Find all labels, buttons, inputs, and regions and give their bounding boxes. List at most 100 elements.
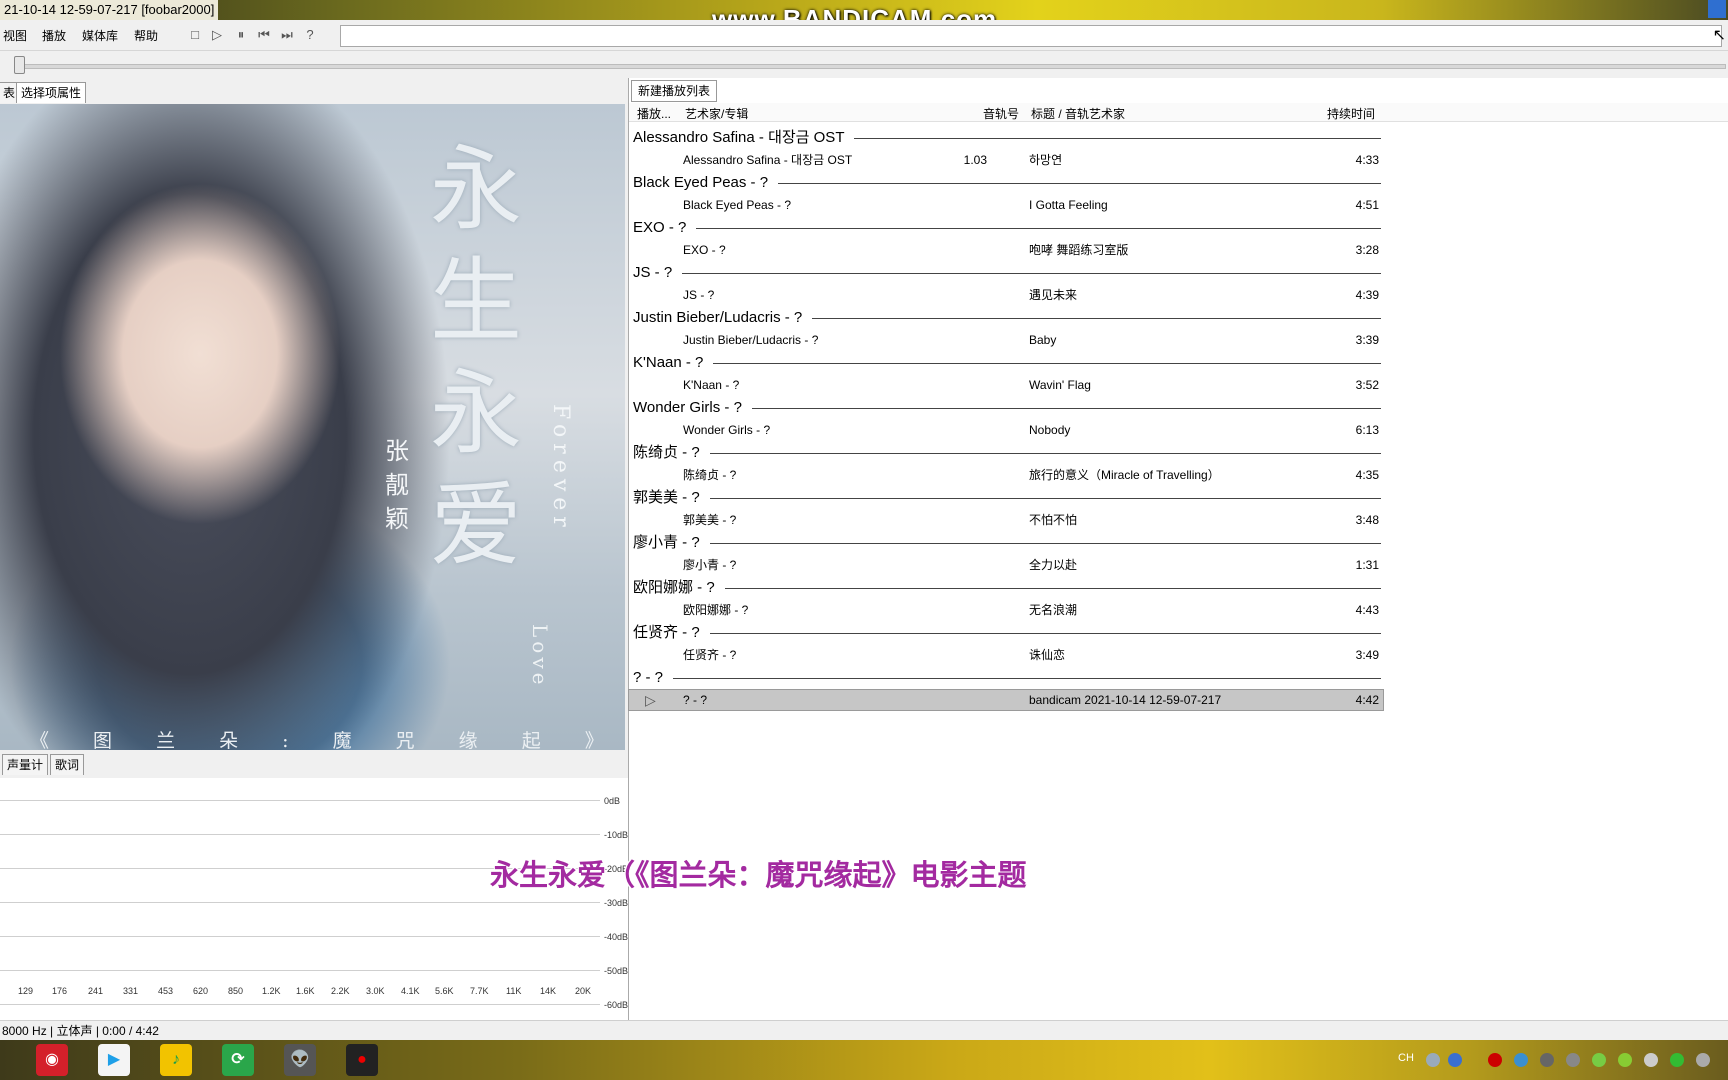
input-language[interactable]: CH <box>1398 1052 1414 1064</box>
track-title: 诛仙恋 <box>1029 648 1066 662</box>
col-title-artist[interactable]: 标题 / 音轨艺术家 <box>1031 105 1125 122</box>
group-header[interactable]: Alessandro Safina - 대장금 OST <box>633 128 844 148</box>
qq-tray-icon[interactable] <box>1592 1053 1606 1067</box>
menu-library[interactable]: 媒体库 <box>82 27 118 44</box>
track-duration: 4:33 <box>1355 153 1379 167</box>
db-label: 0dB <box>604 796 621 806</box>
track-artist-album: Black Eyed Peas - ? <box>683 198 792 212</box>
col-playing[interactable]: 播放... <box>637 105 671 122</box>
track-duration: 1:31 <box>1355 558 1379 572</box>
keyboard-icon[interactable] <box>1426 1053 1440 1067</box>
record-icon[interactable]: ● <box>346 1044 378 1076</box>
track-number: 1.03 <box>963 153 987 167</box>
play-icon[interactable]: ▷ <box>208 26 226 44</box>
group-header[interactable]: 郭美美 - ? <box>633 488 700 508</box>
col-artist-album[interactable]: 艺术家/专辑 <box>685 105 748 122</box>
track-title: Wavin' Flag <box>1029 378 1091 392</box>
update-icon[interactable] <box>1618 1053 1632 1067</box>
seek-track[interactable] <box>14 64 1726 69</box>
group-header[interactable]: 陈绮贞 - ? <box>633 443 700 463</box>
track-duration: 4:35 <box>1355 468 1379 482</box>
hz-label: 7.7K <box>470 986 489 996</box>
now-playing-icon: ▷ <box>645 692 656 708</box>
track-title: bandicam 2021-10-14 12-59-07-217 <box>1029 693 1222 707</box>
seek-thumb[interactable] <box>14 56 25 74</box>
group-header[interactable]: Wonder Girls - ? <box>633 398 742 418</box>
volume-icon[interactable] <box>1644 1053 1658 1067</box>
tab-lyrics[interactable]: 歌词 <box>50 754 85 775</box>
group-header[interactable]: JS - ? <box>633 263 672 283</box>
group-header[interactable]: 欧阳娜娜 - ? <box>633 578 715 598</box>
corner-icon <box>1708 0 1726 18</box>
menu-view[interactable]: 视图 <box>3 27 27 44</box>
tab-new-playlist[interactable]: 新建播放列表 <box>631 80 718 102</box>
tab-properties[interactable]: 选择项属性 <box>16 82 87 103</box>
netease-music-icon[interactable]: ◉ <box>36 1044 68 1076</box>
foobar-window: 视图 播放 媒体库 帮助 □ ▷ ⏸ ⏮ ⏭ ? ↖ 表 选择项属性 永生永爱 … <box>0 20 1728 1032</box>
album-art: 永生永爱 Forever 张靓颖 Love 《 图 兰 朵 : 魔 咒 缘 起 … <box>0 104 625 750</box>
pause-icon[interactable]: ⏸ <box>232 26 250 44</box>
previous-icon[interactable]: ⏮ <box>255 26 273 44</box>
track-title: 全力以赴 <box>1029 558 1078 572</box>
group-header[interactable]: ? - ? <box>633 668 663 688</box>
group-header[interactable]: EXO - ? <box>633 218 686 238</box>
group-header[interactable]: 任贤齐 - ? <box>633 623 700 643</box>
track-row-playing[interactable]: ▷ ? - ? bandicam 2021-10-14 12-59-07-217 4:… <box>628 689 1384 711</box>
grid-line <box>0 834 600 835</box>
mouse-cursor-icon: ↖ <box>1712 27 1726 44</box>
track-row[interactable]: 陈绮贞 - ? 旅行的意义（Miracle of Travelling） 4:35 <box>629 465 1383 485</box>
group-header[interactable]: K'Naan - ? <box>633 353 703 373</box>
grid-line <box>0 1004 600 1005</box>
track-duration: 4:43 <box>1355 603 1379 617</box>
alien-icon[interactable]: 👽 <box>284 1044 316 1076</box>
tab-meter[interactable]: 声量计 <box>2 754 49 775</box>
track-row[interactable]: 任贤齐 - ? 诛仙恋 3:49 <box>629 645 1383 665</box>
menu-help[interactable]: 帮助 <box>134 27 158 44</box>
track-row[interactable]: 欧阳娜娜 - ? 无名浪潮 4:43 <box>629 600 1383 620</box>
track-duration: 6:13 <box>1355 423 1379 437</box>
menu-playback[interactable]: 播放 <box>42 27 66 44</box>
qq-music-icon[interactable]: ♪ <box>160 1044 192 1076</box>
lyric-overlay: 永生永爱（《图兰朵：魔咒缘起》电影主题 <box>490 860 1027 892</box>
track-row[interactable]: Black Eyed Peas - ? I Gotta Feeling 4:51 <box>629 195 1383 215</box>
group-divider <box>710 453 1381 454</box>
group-header[interactable]: Justin Bieber/Ludacris - ? <box>633 308 802 328</box>
tool-icon[interactable] <box>1566 1053 1580 1067</box>
db-label: -40dB <box>604 932 629 942</box>
shield-icon[interactable] <box>1514 1053 1528 1067</box>
refresh-icon[interactable]: ⟳ <box>222 1044 254 1076</box>
track-row[interactable]: 郭美美 - ? 不怕不怕 3:48 <box>629 510 1383 530</box>
group-header[interactable]: Black Eyed Peas - ? <box>633 173 768 193</box>
group-divider <box>812 318 1381 319</box>
seekbar[interactable] <box>0 51 1728 80</box>
stop-icon[interactable]: □ <box>186 26 204 44</box>
track-row[interactable]: Alessandro Safina - 대장금 OST 1.03 하망연 4:33 <box>629 150 1383 170</box>
track-row[interactable]: Wonder Girls - ? Nobody 6:13 <box>629 420 1383 440</box>
random-icon[interactable]: ? <box>301 26 319 44</box>
hz-label: 620 <box>193 986 209 996</box>
track-artist-album: K'Naan - ? <box>683 378 740 392</box>
notification-icon[interactable] <box>1696 1053 1710 1067</box>
hz-label: 11K <box>506 986 522 996</box>
track-row[interactable]: JS - ? 遇见未来 4:39 <box>629 285 1383 305</box>
power-icon[interactable] <box>1540 1053 1554 1067</box>
col-duration[interactable]: 持续时间 <box>1327 105 1375 122</box>
seek-info-field[interactable] <box>340 25 1722 47</box>
hz-label: 129 <box>18 986 34 996</box>
record-tray-icon[interactable] <box>1488 1053 1502 1067</box>
system-tray: CH <box>1398 1040 1728 1080</box>
group-header[interactable]: 廖小青 - ? <box>633 533 700 553</box>
track-row[interactable]: K'Naan - ? Wavin' Flag 3:52 <box>629 375 1383 395</box>
next-icon[interactable]: ⏭ <box>278 26 296 44</box>
track-row[interactable]: EXO - ? 咆哮 舞蹈练习室版 3:28 <box>629 240 1383 260</box>
track-artist-album: ? - ? <box>683 693 708 707</box>
network-icon[interactable] <box>1670 1053 1684 1067</box>
youku-icon[interactable]: ▶ <box>98 1044 130 1076</box>
track-row[interactable]: 廖小青 - ? 全力以赴 1:31 <box>629 555 1383 575</box>
col-track-no[interactable]: 音轨号 <box>983 105 1019 122</box>
hz-label: 20K <box>575 986 592 996</box>
track-row[interactable]: Justin Bieber/Ludacris - ? Baby 3:39 <box>629 330 1383 350</box>
album-art-subtitle: 《 图 兰 朵 : 魔 咒 缘 起 》 主 题 曲 <box>30 730 625 750</box>
help-icon[interactable] <box>1448 1053 1462 1067</box>
track-duration: 4:39 <box>1355 288 1379 302</box>
